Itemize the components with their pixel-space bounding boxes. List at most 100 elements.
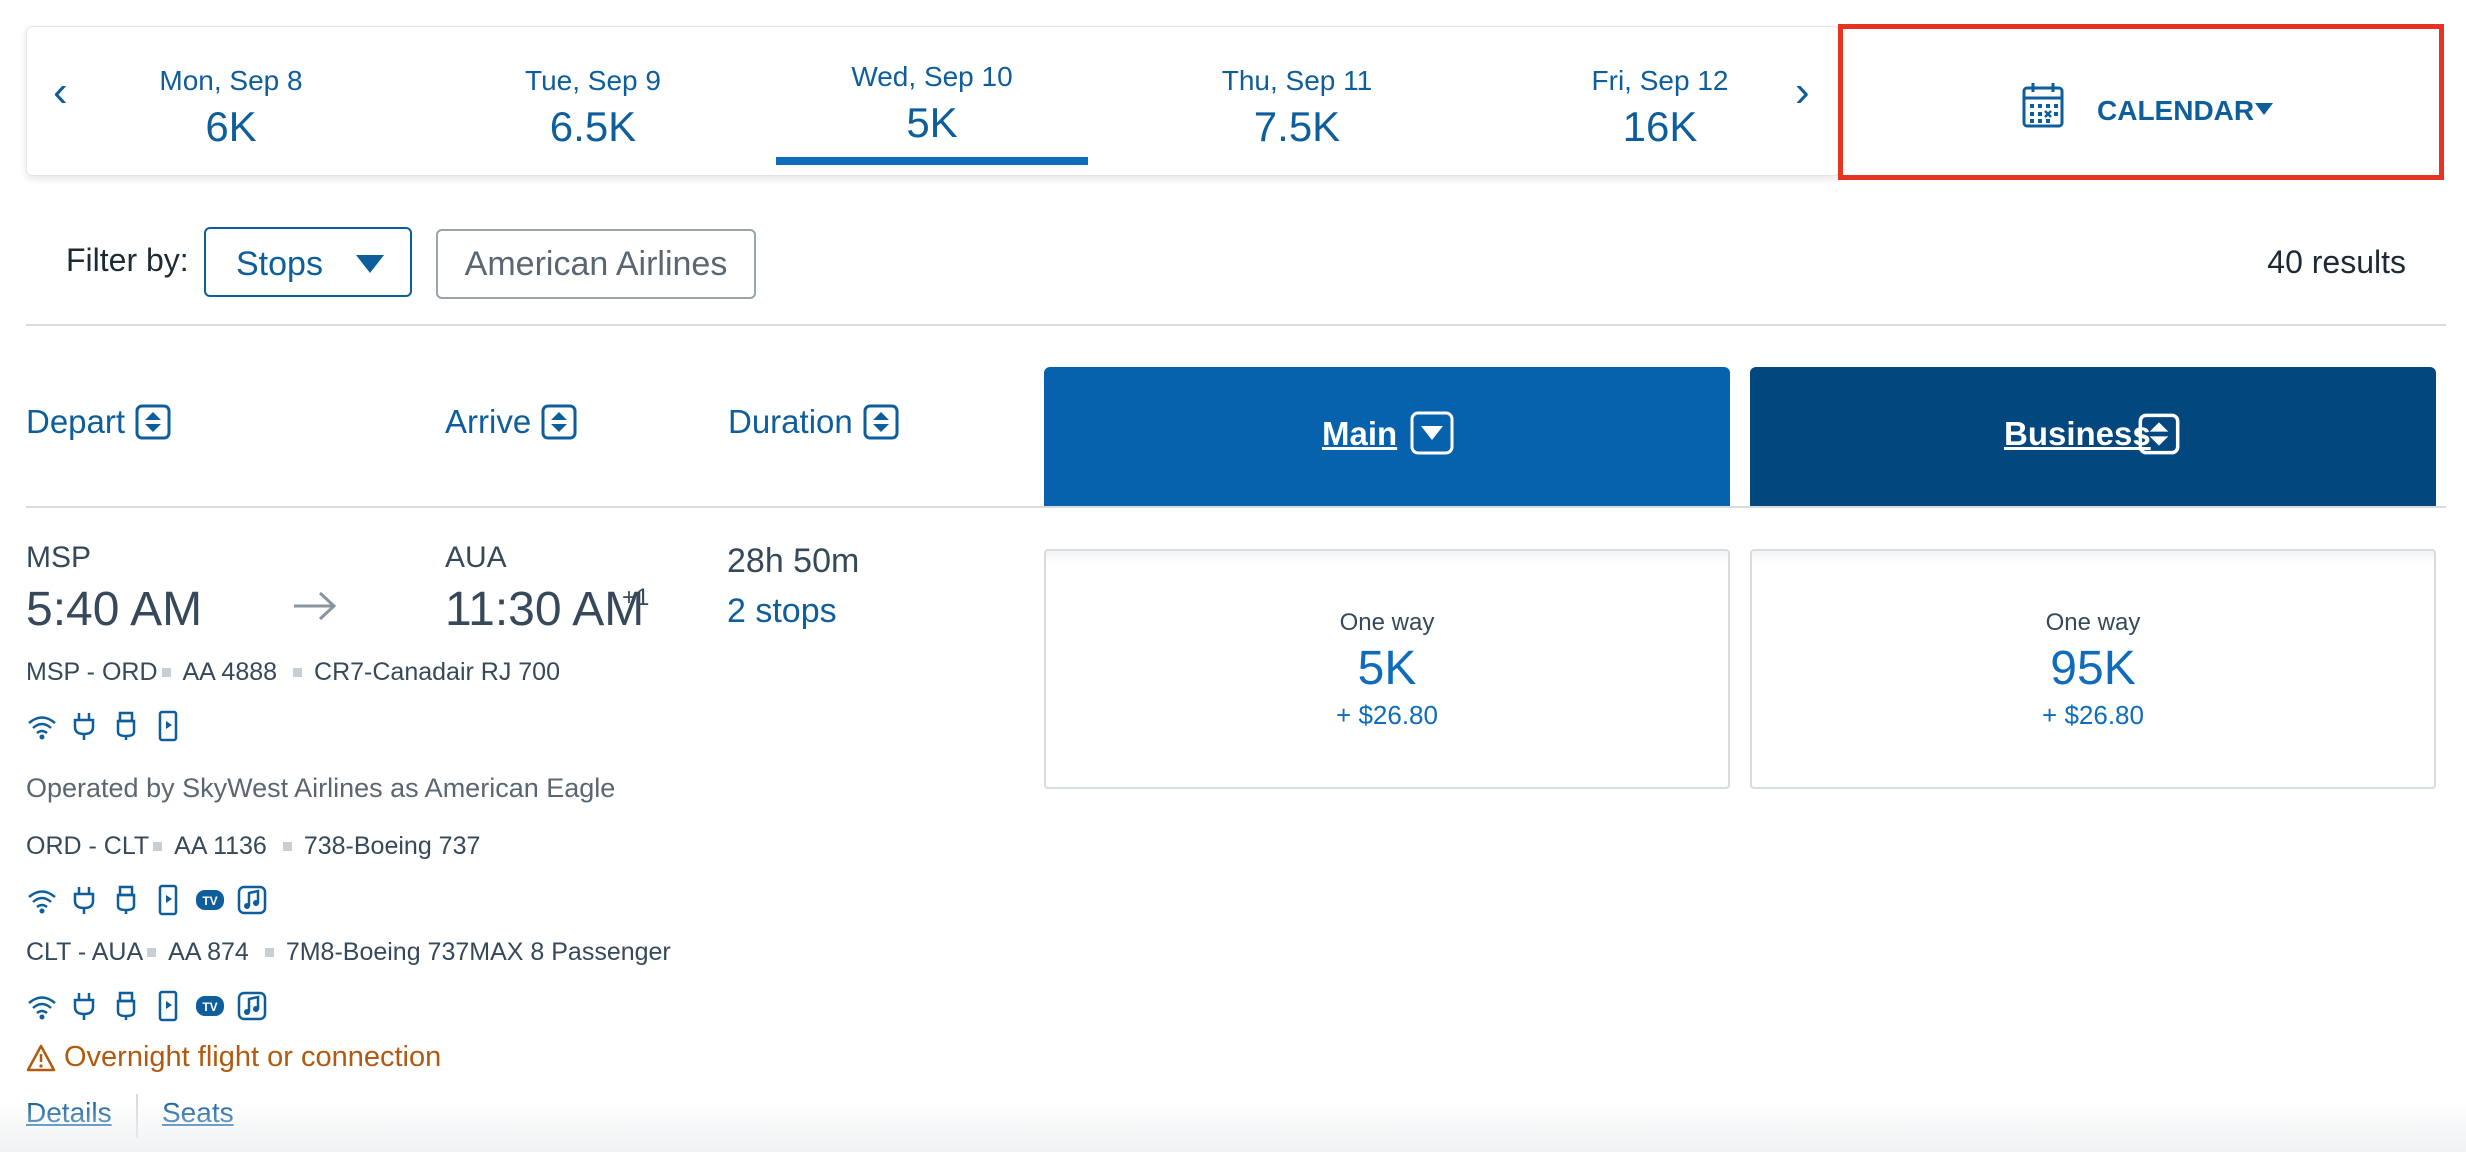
filter-by-label: Filter by:	[66, 242, 189, 278]
main-fare-card[interactable]: One way 5K + $26.80	[1044, 549, 1730, 789]
date-tab-sep-12[interactable]: Fri, Sep 12 16K	[1504, 27, 1816, 175]
overnight-warning: Overnight flight or connection	[26, 1041, 441, 1074]
business-cabin-header[interactable]: Business	[1750, 367, 2436, 507]
date-label: Wed, Sep 10	[851, 61, 1013, 92]
date-tab-sep-9[interactable]: Tue, Sep 9 6.5K	[437, 27, 749, 175]
usb-icon	[110, 990, 142, 1022]
sort-by-duration[interactable]: Duration	[728, 403, 899, 441]
date-price: 6K	[205, 103, 257, 150]
date-tab-sep-10[interactable]: Wed, Sep 10 5K	[776, 27, 1088, 175]
calendar-button[interactable]: CALENDAR	[1838, 24, 2444, 180]
calendar-icon	[2022, 83, 2064, 128]
previous-dates-arrow[interactable]: ‹	[53, 67, 68, 117]
power-icon	[68, 710, 100, 742]
next-dates-arrow[interactable]: ›	[1795, 67, 1810, 117]
svg-text:TV: TV	[202, 894, 217, 908]
audio-icon	[236, 990, 268, 1022]
arrive-time: 11:30 AM	[445, 583, 645, 636]
bottom-fade	[0, 1100, 2466, 1152]
wifi-icon	[26, 990, 58, 1022]
fare-tax: + $26.80	[1336, 700, 1438, 730]
arrive-header-label: Arrive	[445, 403, 532, 440]
fare-type: One way	[1339, 609, 1435, 636]
power-icon	[68, 990, 100, 1022]
sort-icon	[541, 404, 577, 440]
stops-filter-label: Stops	[236, 245, 323, 283]
american-airlines-filter[interactable]: American Airlines	[436, 229, 756, 299]
segment-aircraft: 7M8-Boeing 737MAX 8 Passenger	[285, 938, 671, 966]
seats-link[interactable]: Seats	[162, 1097, 234, 1129]
divider	[26, 506, 2446, 508]
next-day-indicator: +1	[622, 584, 650, 611]
mobile-entertainment-icon	[152, 990, 184, 1022]
wifi-icon	[26, 884, 58, 916]
date-price: 6.5K	[549, 103, 637, 150]
date-price: 7.5K	[1253, 103, 1341, 150]
sort-icon	[135, 404, 171, 440]
svg-text:TV: TV	[202, 1000, 217, 1014]
divider	[26, 324, 2446, 326]
mobile-entertainment-icon	[152, 710, 184, 742]
fare-tax: + $26.80	[2042, 700, 2144, 730]
date-strip: ‹ Mon, Sep 8 6K Tue, Sep 9 6.5K Wed, Sep…	[26, 26, 1840, 176]
flight-duration: 28h 50m	[727, 542, 860, 580]
results-count: 40 results	[2267, 244, 2406, 280]
operated-by: Operated by SkyWest Airlines as American…	[26, 773, 616, 803]
usb-icon	[110, 710, 142, 742]
stops-link[interactable]: 2 stops	[727, 592, 837, 631]
date-price: 16K	[1622, 103, 1698, 150]
mobile-entertainment-icon	[152, 884, 184, 916]
segment-2: ORD - CLT AA 1136 738-Boeing 737	[26, 832, 480, 861]
fare-points: 5K	[1357, 642, 1417, 695]
details-link[interactable]: Details	[26, 1097, 112, 1129]
segment-aircraft: 738-Boeing 737	[303, 832, 481, 860]
warning-icon	[26, 1044, 56, 1071]
caret-down-icon	[356, 255, 384, 273]
audio-icon	[236, 884, 268, 916]
date-tab-sep-11[interactable]: Thu, Sep 11 7.5K	[1141, 27, 1453, 175]
segment-2-amenities: TV	[26, 884, 268, 916]
segment-1: MSP - ORD AA 4888 CR7-Canadair RJ 700	[26, 658, 560, 687]
business-fare-card[interactable]: One way 95K + $26.80	[1750, 549, 2436, 789]
stops-filter-dropdown[interactable]: Stops	[204, 227, 412, 297]
calendar-label: CALENDAR	[2097, 95, 2255, 126]
tv-icon: TV	[194, 990, 226, 1022]
origin-airport: MSP	[26, 541, 92, 574]
date-label: Thu, Sep 11	[1221, 65, 1373, 96]
tv-icon: TV	[194, 884, 226, 916]
segment-aircraft: CR7-Canadair RJ 700	[314, 658, 560, 686]
main-cabin-label: Main	[1322, 415, 1398, 452]
divider	[136, 1094, 138, 1138]
sort-icon	[2138, 413, 2180, 455]
depart-time: 5:40 AM	[26, 583, 203, 636]
segment-3: CLT - AUA AA 874 7M8-Boeing 737MAX 8 Passe…	[26, 938, 671, 967]
overnight-warning-text: Overnight flight or connection	[64, 1041, 442, 1073]
depart-header-label: Depart	[26, 403, 126, 440]
caret-down-icon	[2255, 103, 2273, 115]
date-label: Tue, Sep 9	[525, 65, 661, 96]
segment-1-amenities	[26, 710, 184, 742]
selected-date-underline	[776, 157, 1088, 165]
segment-flight-number: AA 874	[168, 938, 249, 966]
power-icon	[68, 884, 100, 916]
fare-type: One way	[2045, 609, 2141, 636]
date-tab-sep-8[interactable]: Mon, Sep 8 6K	[75, 27, 387, 175]
date-label: Mon, Sep 8	[159, 65, 303, 96]
segment-flight-number: AA 1136	[174, 832, 267, 860]
sort-descending-icon	[1410, 411, 1454, 455]
date-label: Fri, Sep 12	[1591, 65, 1729, 96]
sort-by-arrive[interactable]: Arrive	[445, 403, 577, 441]
main-cabin-header[interactable]: Main	[1044, 367, 1730, 507]
segment-3-amenities: TV	[26, 990, 268, 1022]
sort-by-depart[interactable]: Depart	[26, 403, 171, 441]
fare-points: 95K	[2050, 642, 2136, 695]
segment-route: ORD - CLT	[26, 832, 150, 860]
business-cabin-label: Business	[2004, 415, 2151, 452]
sort-icon	[863, 404, 899, 440]
usb-icon	[110, 884, 142, 916]
segment-route: MSP - ORD	[26, 658, 158, 686]
wifi-icon	[26, 710, 58, 742]
segment-flight-number: AA 4888	[182, 658, 278, 686]
destination-airport: AUA	[445, 541, 507, 574]
duration-header-label: Duration	[728, 403, 853, 440]
